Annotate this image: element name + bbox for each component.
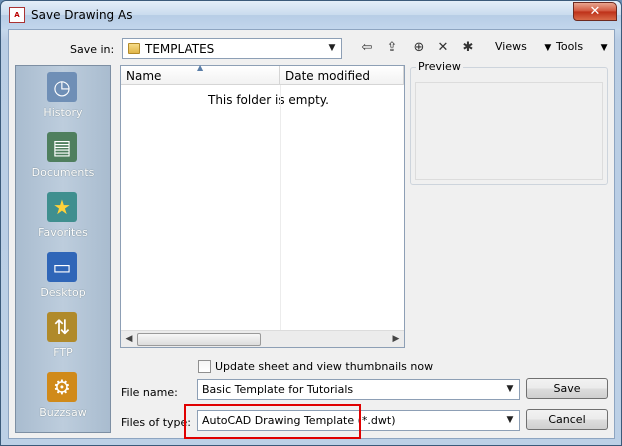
column-header-date-modified[interactable]: Date modified <box>280 66 404 85</box>
scroll-right-icon[interactable]: ▶ <box>389 333 403 346</box>
ftp-icon: ⇅ <box>47 312 77 342</box>
place-buzzsaw[interactable]: ⚙ Buzzsaw <box>16 366 110 426</box>
place-label: Favorites <box>38 226 88 239</box>
place-documents[interactable]: ▤ Documents <box>16 126 110 186</box>
preview-label: Preview <box>416 60 463 73</box>
title-bar[interactable]: A Save Drawing As ✕ <box>1 1 621 29</box>
new-folder-icon[interactable]: ✱ <box>459 39 477 57</box>
delete-icon[interactable]: ✕ <box>434 39 452 57</box>
place-label: Desktop <box>40 286 86 299</box>
place-label: FTP <box>53 346 73 359</box>
column-divider <box>280 85 281 330</box>
cancel-button[interactable]: Cancel <box>526 409 608 430</box>
save-in-value: TEMPLATES <box>145 42 215 56</box>
preview-group <box>410 67 608 185</box>
place-history[interactable]: ◷ History <box>16 66 110 126</box>
views-menu[interactable]: Views ▼ <box>495 40 551 53</box>
place-favorites[interactable]: ★ Favorites <box>16 186 110 246</box>
chevron-down-icon[interactable]: ▼ <box>503 382 517 397</box>
documents-icon: ▤ <box>47 132 77 162</box>
file-name-input[interactable]: Basic Template for Tutorials ▼ <box>197 379 520 400</box>
views-label: Views <box>495 40 527 53</box>
search-web-icon[interactable]: ⊕ <box>410 39 428 57</box>
dialog-body: Save in: TEMPLATES ▼ ⇦ ⇪ ⊕ ✕ ✱ Views ▼ T… <box>8 29 615 439</box>
scroll-thumb[interactable] <box>137 333 261 346</box>
chevron-down-icon[interactable]: ▼ <box>325 41 339 56</box>
column-header-label: Date modified <box>285 69 371 83</box>
window-title: Save Drawing As <box>31 8 133 22</box>
chevron-down-icon[interactable]: ▼ <box>503 413 517 428</box>
back-icon[interactable]: ⇦ <box>358 39 376 57</box>
place-desktop[interactable]: ▭ Desktop <box>16 246 110 306</box>
place-ftp[interactable]: ⇅ FTP <box>16 306 110 366</box>
files-of-type-label: Files of type: <box>121 416 192 429</box>
up-folder-icon[interactable]: ⇪ <box>383 39 401 57</box>
desktop-icon: ▭ <box>47 252 77 282</box>
folder-icon <box>128 43 140 54</box>
annotation-highlight-box <box>184 404 361 439</box>
update-thumbnails-label: Update sheet and view thumbnails now <box>215 360 434 373</box>
place-label: Documents <box>31 166 95 179</box>
file-name-value: Basic Template for Tutorials <box>202 383 354 396</box>
empty-folder-message: This folder is empty. <box>208 93 329 107</box>
favorites-icon: ★ <box>47 192 77 222</box>
horizontal-scrollbar[interactable]: ◀ ▶ <box>121 330 404 347</box>
save-dialog-window: A Save Drawing As ✕ Save in: TEMPLATES ▼… <box>0 0 622 446</box>
views-chevron-icon: ▼ <box>544 43 552 53</box>
save-in-label: Save in: <box>70 43 115 56</box>
tools-chevron-icon: ▼ <box>600 43 608 53</box>
autocad-app-icon: A <box>9 7 25 23</box>
scroll-left-icon[interactable]: ◀ <box>122 333 136 346</box>
file-list[interactable]: Name ▲ Date modified This folder is empt… <box>120 63 405 348</box>
place-label: History <box>43 106 83 119</box>
column-header-name[interactable]: Name ▲ <box>121 63 280 85</box>
places-bar: ◷ History ▤ Documents ★ Favorites ▭ Desk… <box>15 65 111 433</box>
save-button[interactable]: Save <box>526 378 608 399</box>
tools-label: Tools <box>556 40 584 53</box>
place-label: Buzzsaw <box>39 406 87 419</box>
history-icon: ◷ <box>47 72 77 102</box>
file-name-label: File name: <box>121 386 178 399</box>
update-thumbnails-checkbox[interactable] <box>198 360 211 373</box>
preview-pane <box>415 82 603 180</box>
close-button[interactable]: ✕ <box>573 2 617 21</box>
column-header-label: Name <box>126 69 162 83</box>
save-in-dropdown[interactable]: TEMPLATES ▼ <box>122 38 342 59</box>
tools-menu[interactable]: Tools ▼ <box>556 40 608 53</box>
buzzsaw-icon: ⚙ <box>47 372 77 402</box>
sort-ascending-icon: ▲ <box>197 63 204 72</box>
